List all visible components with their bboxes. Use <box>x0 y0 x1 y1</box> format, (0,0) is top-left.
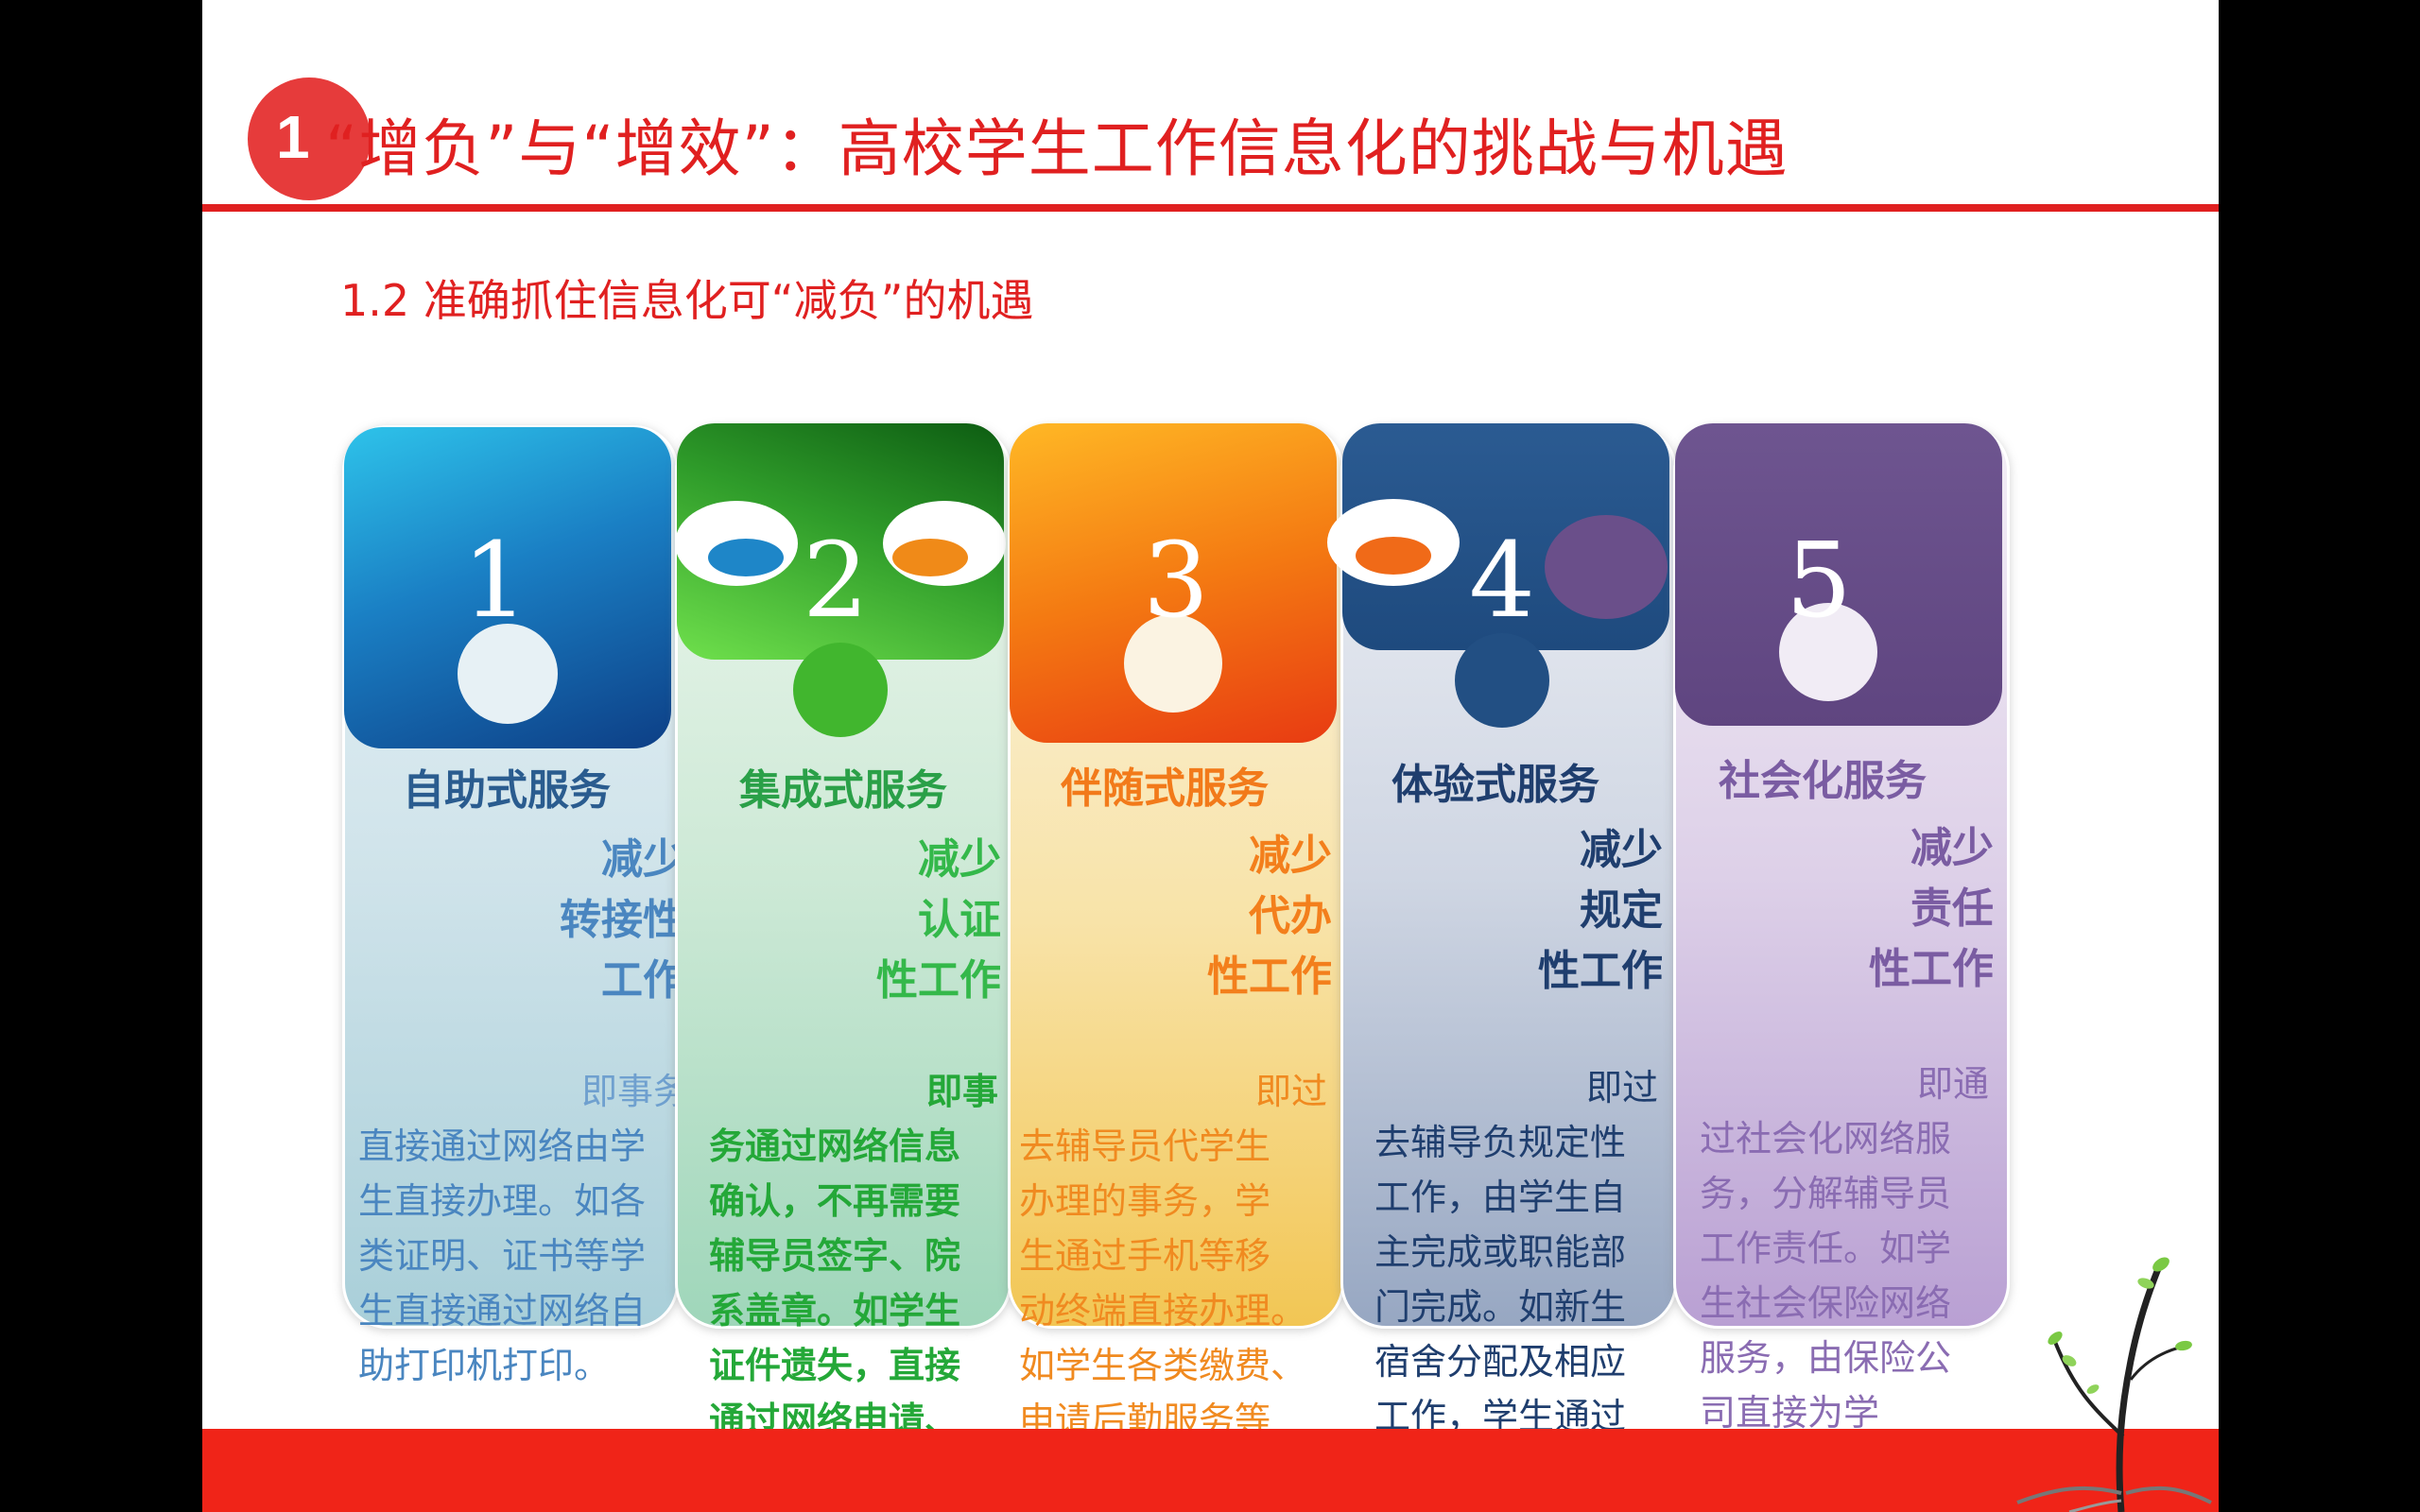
card-benefit-4: 减少 规定 性工作 <box>1538 826 1663 995</box>
card-desc-head-1: 即事务 <box>580 1071 689 1112</box>
section-number: 1 <box>276 103 310 171</box>
title-divider <box>202 204 2219 212</box>
puzzle-tab <box>793 643 888 737</box>
card-title-1: 自助式服务 <box>403 766 611 815</box>
card-title-4: 体验式服务 <box>1392 761 1599 809</box>
card-benefit-1: 减少 转接性 工作 <box>560 835 684 1005</box>
slide: 1 “增负”与“增效”：高校学生工作信息化的挑战与机遇 1.2 准确抓住信息化可… <box>202 0 2219 1512</box>
card-title-3: 伴随式服务 <box>1061 765 1269 813</box>
card-desc-head-2: 即事 <box>925 1071 998 1112</box>
piece-number-2: 2 <box>803 520 869 641</box>
card-desc-1: 直接通过网络由学 生直接办理。如各 类证明、证书等学 生直接通过网络自 助打印机… <box>358 1125 647 1386</box>
card-title-5: 社会化服务 <box>1719 757 1927 805</box>
card-benefit-2: 减少 认证 性工作 <box>876 835 1001 1005</box>
puzzle-tab <box>1356 537 1431 575</box>
section-subtitle: 1.2 准确抓住信息化可“减负”的机遇 <box>340 275 1034 326</box>
tree-illustration <box>2016 1257 2212 1512</box>
puzzle-tab <box>1455 633 1549 728</box>
footer-bar <box>202 1429 2219 1512</box>
card-desc-head-3: 即过 <box>1254 1071 1327 1112</box>
card-benefit-5: 减少 责任 性工作 <box>1869 824 1994 993</box>
piece-number-4: 4 <box>1469 520 1535 641</box>
card-benefit-3: 减少 代办 性工作 <box>1207 832 1332 1001</box>
piece-number-5: 5 <box>1786 520 1852 641</box>
card-desc-head-5: 即通 <box>1916 1063 1989 1105</box>
page-title: “增负”与“增效”：高校学生工作信息化的挑战与机遇 <box>325 112 1789 185</box>
card-title-2: 集成式服务 <box>739 766 947 815</box>
card-desc-head-4: 即过 <box>1585 1067 1658 1108</box>
piece-number-1: 1 <box>462 520 528 641</box>
piece-number-3: 3 <box>1143 520 1209 641</box>
